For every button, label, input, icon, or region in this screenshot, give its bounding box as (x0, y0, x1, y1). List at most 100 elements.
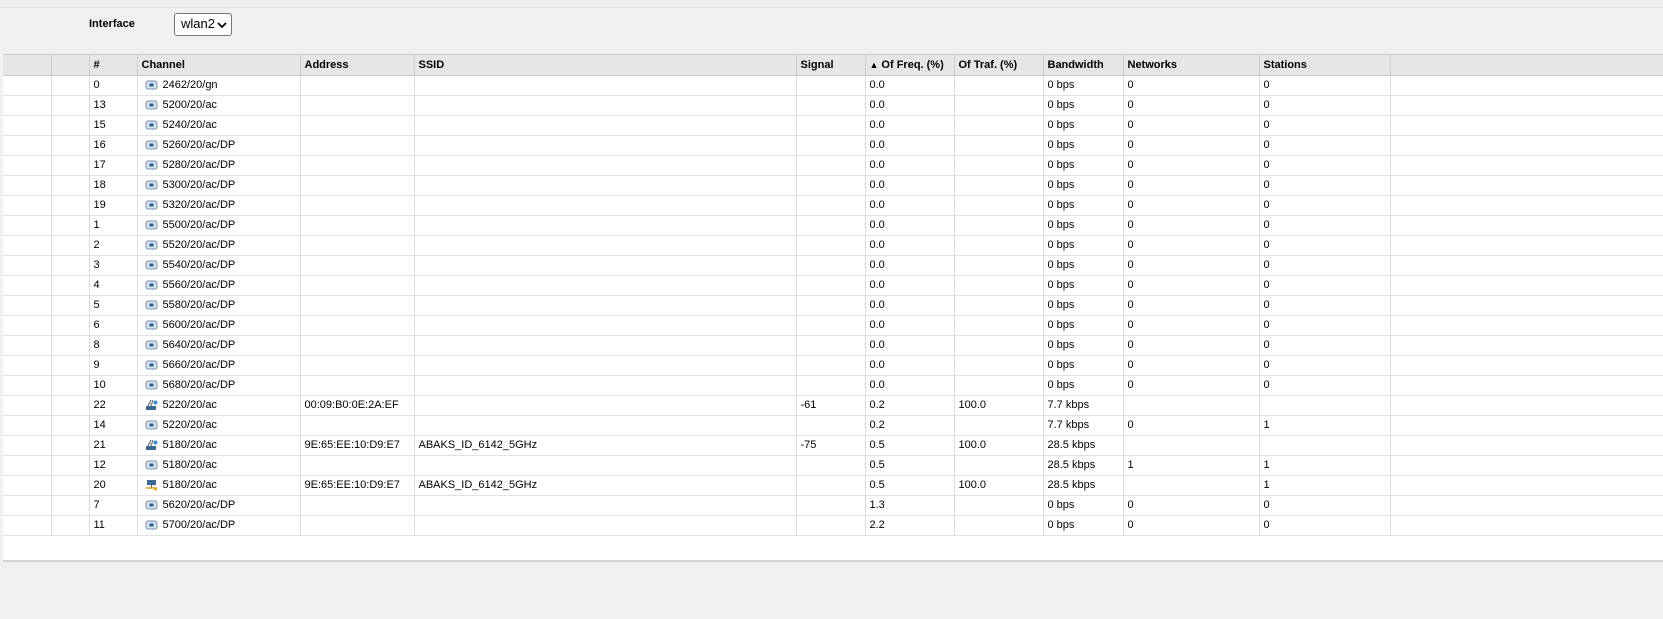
of-traf-cell (954, 195, 1044, 216)
bandwidth-cell: 7.7 kbps (1043, 415, 1124, 436)
stations-column-header[interactable]: Stations (1259, 55, 1391, 76)
channel-icon (145, 139, 158, 151)
signal-column-header[interactable]: Signal (796, 55, 866, 76)
of-freq-column-header[interactable]: ▲ Of Freq. (%) (865, 55, 955, 76)
ssid-column-header[interactable]: SSID (414, 55, 797, 76)
table-row[interactable]: 8 5640/20/ac/DP 0.0 0 bps 0 0 (3, 335, 1663, 356)
of-traf-cell (954, 455, 1044, 476)
num-column-header[interactable]: # (89, 55, 138, 76)
channel-scan-table: # Channel Address SSID Signal ▲ Of Freq. … (3, 54, 1663, 562)
channel-text: 5660/20/ac/DP (162, 359, 236, 372)
filler-cell (1390, 375, 1663, 396)
signal-cell (796, 415, 866, 436)
signal-cell (796, 375, 866, 396)
table-row[interactable]: 1 5500/20/ac/DP 0.0 0 bps 0 0 (3, 215, 1663, 236)
channel-cell: 5180/20/ac (137, 475, 301, 496)
table-row[interactable]: 5 5580/20/ac/DP 0.0 0 bps 0 0 (3, 295, 1663, 316)
table-row[interactable]: 17 5280/20/ac/DP 0.0 0 bps 0 0 (3, 155, 1663, 176)
networks-column-header[interactable]: Networks (1123, 55, 1260, 76)
channel-icon (145, 319, 158, 331)
bandwidth-cell: 0 bps (1043, 195, 1124, 216)
bandwidth-cell: 0 bps (1043, 155, 1124, 176)
table-row[interactable]: 13 5200/20/ac 0.0 0 bps 0 0 (3, 95, 1663, 116)
bandwidth-cell: 0 bps (1043, 515, 1124, 536)
access-point-icon (145, 439, 158, 451)
ssid-cell (414, 155, 797, 176)
interface-select[interactable]: wlan2 (174, 13, 232, 36)
of-traf-column-header[interactable]: Of Traf. (%) (954, 55, 1044, 76)
table-row[interactable]: 16 5260/20/ac/DP 0.0 0 bps 0 0 (3, 135, 1663, 156)
of-freq-cell: 0.5 (865, 435, 955, 456)
networks-cell: 0 (1123, 335, 1260, 356)
table-row[interactable]: 15 5240/20/ac 0.0 0 bps 0 0 (3, 115, 1663, 136)
of-traf-cell (954, 375, 1044, 396)
channel-icon (145, 79, 158, 91)
bandwidth-cell: 0 bps (1043, 355, 1124, 376)
of-freq-header-label: Of Freq. (%) (881, 58, 944, 71)
of-traf-cell (954, 255, 1044, 276)
ssid-cell (414, 75, 797, 96)
address-cell (300, 315, 415, 336)
num-cell: 8 (89, 335, 138, 356)
select-cell (3, 195, 52, 216)
networks-cell: 0 (1123, 175, 1260, 196)
ssid-cell (414, 375, 797, 396)
of-freq-cell: 0.0 (865, 75, 955, 96)
filler-cell (1390, 75, 1663, 96)
flags-column-header[interactable] (51, 55, 90, 76)
of-traf-cell: 100.0 (954, 475, 1044, 496)
channel-icon (145, 259, 158, 271)
stations-cell: 0 (1259, 295, 1391, 316)
table-row[interactable]: 0 2462/20/gn 0.0 0 bps 0 0 (3, 75, 1663, 96)
channel-text: 5300/20/ac/DP (162, 179, 236, 192)
address-cell: 9E:65:EE:10:D9:E7 (300, 435, 415, 456)
bandwidth-column-header[interactable]: Bandwidth (1043, 55, 1124, 76)
networks-cell: 0 (1123, 235, 1260, 256)
table-row[interactable]: 14 5220/20/ac 0.2 7.7 kbps 0 1 (3, 415, 1663, 436)
address-cell (300, 275, 415, 296)
table-row[interactable]: 21 5180/20/ac 9E:65:EE:10:D9:E7 ABAKS_ID_61… (3, 435, 1663, 456)
of-traf-cell (954, 235, 1044, 256)
networks-cell: 1 (1123, 455, 1260, 476)
channel-column-header[interactable]: Channel (137, 55, 301, 76)
of-traf-cell (954, 275, 1044, 296)
table-row[interactable]: 7 5620/20/ac/DP 1.3 0 bps 0 0 (3, 495, 1663, 516)
num-cell: 19 (89, 195, 138, 216)
networks-cell: 0 (1123, 315, 1260, 336)
table-row[interactable]: 3 5540/20/ac/DP 0.0 0 bps 0 0 (3, 255, 1663, 276)
filler-cell (1390, 455, 1663, 476)
sort-ascending-icon: ▲ (869, 59, 879, 70)
flags-cell (51, 235, 90, 256)
channel-icon (145, 279, 158, 291)
channel-cell: 5260/20/ac/DP (137, 135, 301, 156)
table-row[interactable]: 11 5700/20/ac/DP 2.2 0 bps 0 0 (3, 515, 1663, 536)
of-traf-cell (954, 115, 1044, 136)
table-row[interactable]: 19 5320/20/ac/DP 0.0 0 bps 0 0 (3, 195, 1663, 216)
channel-cell: 5300/20/ac/DP (137, 175, 301, 196)
table-row[interactable]: 10 5680/20/ac/DP 0.0 0 bps 0 0 (3, 375, 1663, 396)
channel-icon (145, 499, 158, 511)
table-header-row: # Channel Address SSID Signal ▲ Of Freq. … (3, 55, 1663, 76)
table-row[interactable]: 6 5600/20/ac/DP 0.0 0 bps 0 0 (3, 315, 1663, 336)
signal-cell: -61 (796, 395, 866, 416)
address-cell (300, 195, 415, 216)
num-cell: 14 (89, 415, 138, 436)
table-row[interactable]: 22 5220/20/ac 00:09:B0:0E:2A:EF -61 0.2 100.0… (3, 395, 1663, 416)
select-column-header[interactable] (3, 55, 52, 76)
address-column-header[interactable]: Address (300, 55, 415, 76)
table-row[interactable]: 9 5660/20/ac/DP 0.0 0 bps 0 0 (3, 355, 1663, 376)
networks-cell: 0 (1123, 115, 1260, 136)
table-row[interactable]: 2 5520/20/ac/DP 0.0 0 bps 0 0 (3, 235, 1663, 256)
select-cell (3, 455, 52, 476)
address-cell (300, 155, 415, 176)
of-traf-cell (954, 495, 1044, 516)
table-row[interactable]: 20 5180/20/ac 9E:65:EE:10:D9:E7 ABAKS_ID_61… (3, 475, 1663, 496)
table-row[interactable]: 12 5180/20/ac 0.5 28.5 kbps 1 1 (3, 455, 1663, 476)
table-row[interactable]: 18 5300/20/ac/DP 0.0 0 bps 0 0 (3, 175, 1663, 196)
of-freq-cell: 0.0 (865, 195, 955, 216)
ssid-cell: ABAKS_ID_6142_5GHz (414, 475, 797, 496)
of-freq-cell: 0.0 (865, 335, 955, 356)
of-traf-cell (954, 95, 1044, 116)
select-cell (3, 315, 52, 336)
table-row[interactable]: 4 5560/20/ac/DP 0.0 0 bps 0 0 (3, 275, 1663, 296)
